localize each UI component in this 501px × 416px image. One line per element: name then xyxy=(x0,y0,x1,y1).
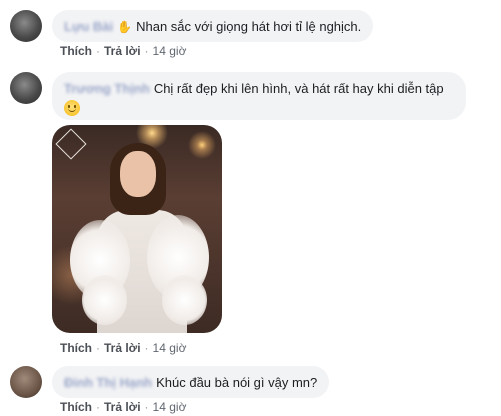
comment-text: Chị rất đẹp khi lên hình, và hát rất hay… xyxy=(153,81,444,96)
avatar[interactable] xyxy=(10,72,42,104)
comment-bubble: Đinh Thị Hạnh Khúc đầu bà nói gì vậy mn? xyxy=(52,366,330,398)
comment-author[interactable]: Đinh Thị Hạnh xyxy=(64,375,152,390)
avatar[interactable] xyxy=(10,366,42,398)
reply-link[interactable]: Trả lời xyxy=(104,341,141,355)
comment-text: Khúc đầu bà nói gì vậy mn? xyxy=(156,375,318,390)
like-link[interactable]: Thích xyxy=(60,400,92,414)
comment-author[interactable]: Lựu Bài xyxy=(64,19,113,34)
comment-bubble: Lựu Bài ✋ Nhan sắc với giọng hát hơi tỉ lệ… xyxy=(52,10,374,42)
like-link[interactable]: Thích xyxy=(60,341,92,355)
avatar[interactable] xyxy=(10,10,42,42)
comment-text: Nhan sắc với giọng hát hơi tỉ lệ nghịch. xyxy=(136,19,362,34)
comment-timestamp[interactable]: 14 giờ xyxy=(153,341,187,355)
comment-bubble: Trương Thịnh Chị rất đẹp khi lên hình, và… xyxy=(52,72,466,120)
reply-link[interactable]: Trả lời xyxy=(104,400,141,414)
comment-actions: Thích · Trả lời · 14 giờ xyxy=(60,400,187,414)
comment-actions: Thích · Trả lời · 14 giờ xyxy=(60,44,187,58)
reply-link[interactable]: Trả lời xyxy=(104,44,141,58)
comment-timestamp[interactable]: 14 giờ xyxy=(153,400,187,414)
comment-actions: Thích · Trả lời · 14 giờ xyxy=(60,341,187,355)
comment-photo[interactable] xyxy=(52,125,222,333)
wave-hand-icon: ✋ xyxy=(117,20,133,34)
comment-timestamp[interactable]: 14 giờ xyxy=(153,44,187,58)
smile-emoji-icon xyxy=(64,100,80,117)
like-link[interactable]: Thích xyxy=(60,44,92,58)
comment-author[interactable]: Trương Thịnh xyxy=(64,81,150,96)
